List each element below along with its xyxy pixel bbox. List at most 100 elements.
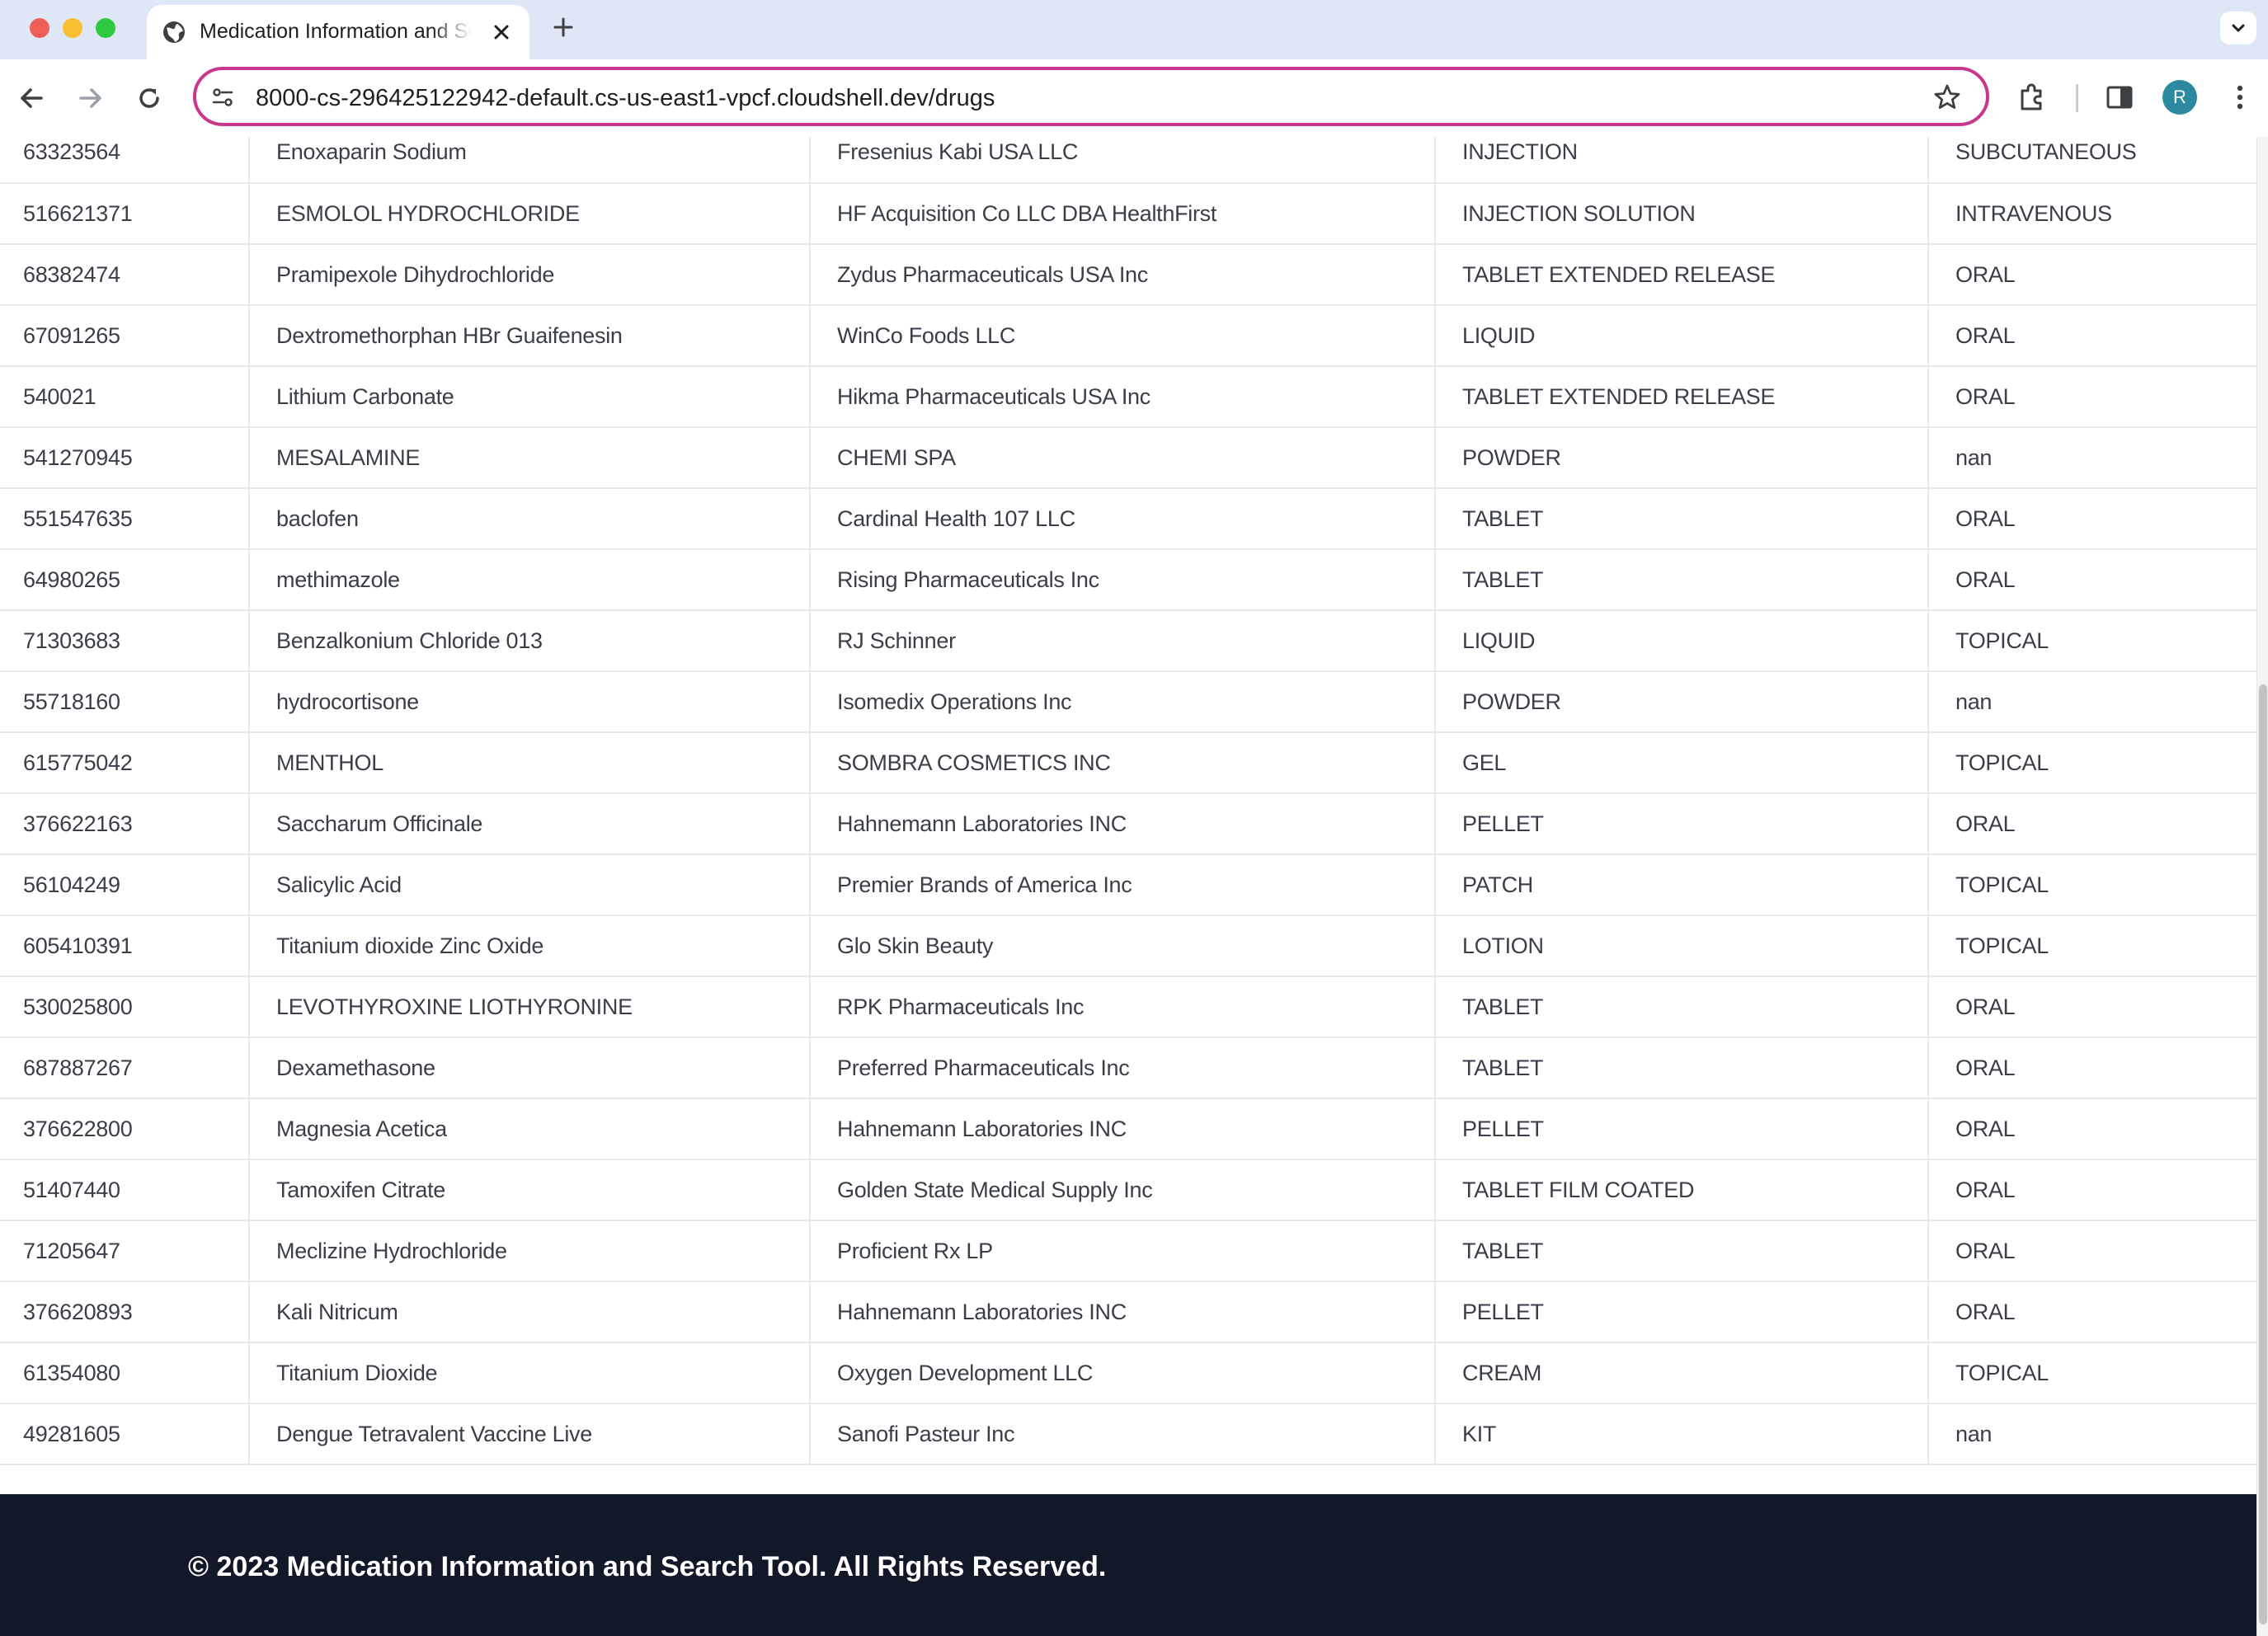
table-row: 540021 Lithium Carbonate Hikma Pharmaceuti… bbox=[0, 366, 2256, 428]
dosage-form-cell: LIQUID bbox=[1434, 610, 1928, 672]
side-panel-icon[interactable] bbox=[2101, 79, 2138, 115]
drug-name-cell: Lithium Carbonate bbox=[248, 366, 810, 428]
table-row: 530025800 LEVOTHYROXINE LIOTHYRONINE RPK P… bbox=[0, 976, 2256, 1038]
table-row: 376622163 Saccharum Officinale Hahnemann L… bbox=[0, 793, 2256, 855]
drug-id-cell: 541270945 bbox=[0, 427, 249, 489]
drug-name-cell: Salicylic Acid bbox=[248, 854, 810, 916]
close-tab-icon[interactable] bbox=[488, 19, 515, 45]
drug-id-cell: 64980265 bbox=[0, 549, 249, 611]
tab-search-button[interactable] bbox=[2220, 12, 2256, 45]
route-cell: TOPICAL bbox=[1927, 1342, 2256, 1404]
drug-name-cell: MESALAMINE bbox=[248, 427, 810, 489]
forward-arrow-icon[interactable] bbox=[71, 79, 109, 117]
table-row: 63323564 Enoxaparin Sodium Fresenius Kabi … bbox=[0, 137, 2256, 184]
dosage-form-cell: INJECTION bbox=[1434, 137, 1928, 184]
site-settings-icon[interactable] bbox=[209, 84, 236, 110]
new-tab-icon[interactable] bbox=[549, 13, 577, 41]
scrollbar-thumb[interactable] bbox=[2259, 684, 2267, 1624]
route-cell: SUBCUTANEOUS bbox=[1927, 137, 2256, 184]
manufacturer-cell: Fresenius Kabi USA LLC bbox=[809, 137, 1435, 184]
route-cell: ORAL bbox=[1927, 1037, 2256, 1099]
profile-avatar[interactable]: R bbox=[2162, 80, 2197, 115]
manufacturer-cell: HF Acquisition Co LLC DBA HealthFirst bbox=[809, 183, 1435, 245]
route-cell: ORAL bbox=[1927, 793, 2256, 855]
dosage-form-cell: TABLET EXTENDED RELEASE bbox=[1434, 366, 1928, 428]
dosage-form-cell: TABLET bbox=[1434, 488, 1928, 550]
dosage-form-cell: INJECTION SOLUTION bbox=[1434, 183, 1928, 245]
manufacturer-cell: Proficient Rx LP bbox=[809, 1220, 1435, 1282]
table-row: 376620893 Kali Nitricum Hahnemann Laborato… bbox=[0, 1281, 2256, 1343]
drug-id-cell: 49281605 bbox=[0, 1403, 249, 1465]
drug-id-cell: 56104249 bbox=[0, 854, 249, 916]
address-bar[interactable]: 8000-cs-296425122942-default.cs-us-east1… bbox=[193, 67, 1989, 126]
minimize-window-button[interactable] bbox=[63, 18, 82, 38]
close-window-button[interactable] bbox=[30, 18, 49, 38]
maximize-window-button[interactable] bbox=[96, 18, 115, 38]
drug-id-cell: 540021 bbox=[0, 366, 249, 428]
drugs-table-body: 63323564 Enoxaparin Sodium Fresenius Kabi … bbox=[0, 137, 2256, 1465]
dosage-form-cell: TABLET bbox=[1434, 1037, 1928, 1099]
dosage-form-cell: TABLET FILM COATED bbox=[1434, 1159, 1928, 1221]
dosage-form-cell: POWDER bbox=[1434, 671, 1928, 733]
manufacturer-cell: CHEMI SPA bbox=[809, 427, 1435, 489]
drugs-table: 63323564 Enoxaparin Sodium Fresenius Kabi … bbox=[0, 137, 2256, 1465]
extensions-puzzle-icon[interactable] bbox=[2014, 79, 2050, 115]
table-row: 49281605 Dengue Tetravalent Vaccine Live S… bbox=[0, 1403, 2256, 1465]
manufacturer-cell: SOMBRA COSMETICS INC bbox=[809, 732, 1435, 794]
more-options-icon[interactable] bbox=[2222, 79, 2258, 115]
manufacturer-cell: Zydus Pharmaceuticals USA Inc bbox=[809, 244, 1435, 306]
drug-name-cell: Dextromethorphan HBr Guaifenesin bbox=[248, 305, 810, 367]
drug-id-cell: 687887267 bbox=[0, 1037, 249, 1099]
manufacturer-cell: Sanofi Pasteur Inc bbox=[809, 1403, 1435, 1465]
drug-id-cell: 71205647 bbox=[0, 1220, 249, 1282]
drug-id-cell: 605410391 bbox=[0, 915, 249, 977]
globe-icon bbox=[163, 21, 185, 43]
route-cell: INTRAVENOUS bbox=[1927, 183, 2256, 245]
drug-id-cell: 71303683 bbox=[0, 610, 249, 672]
manufacturer-cell: Premier Brands of America Inc bbox=[809, 854, 1435, 916]
back-arrow-icon[interactable] bbox=[13, 79, 51, 117]
drug-name-cell: hydrocortisone bbox=[248, 671, 810, 733]
dosage-form-cell: CREAM bbox=[1434, 1342, 1928, 1404]
manufacturer-cell: RPK Pharmaceuticals Inc bbox=[809, 976, 1435, 1038]
table-row: 605410391 Titanium dioxide Zinc Oxide Glo … bbox=[0, 915, 2256, 977]
drug-name-cell: Dengue Tetravalent Vaccine Live bbox=[248, 1403, 810, 1465]
manufacturer-cell: Cardinal Health 107 LLC bbox=[809, 488, 1435, 550]
dosage-form-cell: LIQUID bbox=[1434, 305, 1928, 367]
toolbar-separator bbox=[2076, 84, 2078, 112]
route-cell: ORAL bbox=[1927, 1159, 2256, 1221]
browser-toolbar: 8000-cs-296425122942-default.cs-us-east1… bbox=[0, 59, 2268, 137]
browser-tab-active[interactable]: Medication Information and Search Tool bbox=[147, 5, 529, 59]
manufacturer-cell: Glo Skin Beauty bbox=[809, 915, 1435, 977]
drug-name-cell: Titanium Dioxide bbox=[248, 1342, 810, 1404]
dosage-form-cell: LOTION bbox=[1434, 915, 1928, 977]
dosage-form-cell: TABLET EXTENDED RELEASE bbox=[1434, 244, 1928, 306]
route-cell: nan bbox=[1927, 427, 2256, 489]
manufacturer-cell: Golden State Medical Supply Inc bbox=[809, 1159, 1435, 1221]
manufacturer-cell: Preferred Pharmaceuticals Inc bbox=[809, 1037, 1435, 1099]
drug-id-cell: 615775042 bbox=[0, 732, 249, 794]
table-row: 71205647 Meclizine Hydrochloride Proficien… bbox=[0, 1220, 2256, 1282]
drug-id-cell: 55718160 bbox=[0, 671, 249, 733]
table-row: 516621371 ESMOLOL HYDROCHLORIDE HF Acquisi… bbox=[0, 183, 2256, 245]
bookmark-star-icon[interactable] bbox=[1932, 82, 1963, 113]
page-footer: © 2023 Medication Information and Search… bbox=[0, 1494, 2256, 1636]
chevron-down-icon bbox=[2232, 24, 2245, 32]
drug-name-cell: Meclizine Hydrochloride bbox=[248, 1220, 810, 1282]
drug-name-cell: Tamoxifen Citrate bbox=[248, 1159, 810, 1221]
page-scrollbar[interactable] bbox=[2256, 137, 2268, 1636]
table-row: 55718160 hydrocortisone Isomedix Operation… bbox=[0, 671, 2256, 733]
dosage-form-cell: TABLET bbox=[1434, 1220, 1928, 1282]
route-cell: ORAL bbox=[1927, 244, 2256, 306]
reload-icon[interactable] bbox=[130, 79, 168, 117]
drug-name-cell: methimazole bbox=[248, 549, 810, 611]
tab-strip: Medication Information and Search Tool bbox=[0, 0, 2268, 59]
drug-id-cell: 551547635 bbox=[0, 488, 249, 550]
manufacturer-cell: Hikma Pharmaceuticals USA Inc bbox=[809, 366, 1435, 428]
dosage-form-cell: KIT bbox=[1434, 1403, 1928, 1465]
table-row: 615775042 MENTHOL SOMBRA COSMETICS INC GEL T… bbox=[0, 732, 2256, 794]
url-text[interactable]: 8000-cs-296425122942-default.cs-us-east1… bbox=[256, 82, 995, 115]
drug-name-cell: ESMOLOL HYDROCHLORIDE bbox=[248, 183, 810, 245]
copyright-text: © 2023 Medication Information and Search… bbox=[188, 1551, 1107, 1582]
manufacturer-cell: Hahnemann Laboratories INC bbox=[809, 1098, 1435, 1160]
